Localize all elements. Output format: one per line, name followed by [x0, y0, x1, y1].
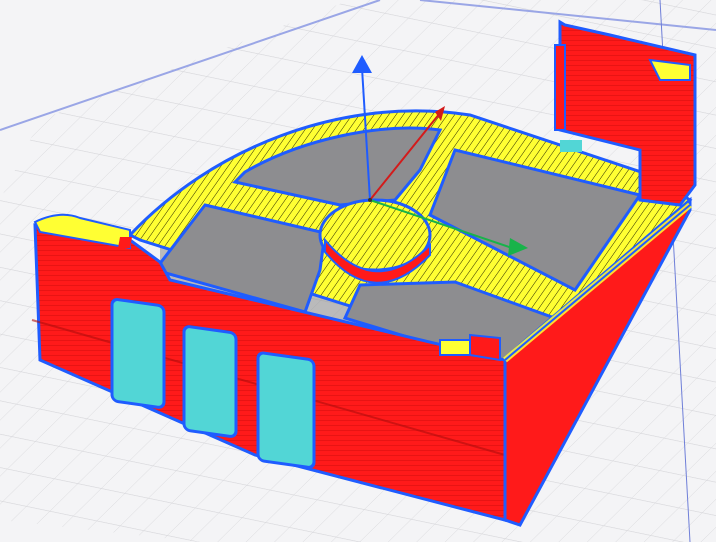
support-window-3 — [256, 351, 316, 469]
layer-preview-canvas[interactable] — [0, 0, 716, 542]
support-window-2 — [182, 325, 238, 438]
3d-viewport[interactable] — [0, 0, 716, 542]
support-window-1 — [110, 298, 166, 409]
